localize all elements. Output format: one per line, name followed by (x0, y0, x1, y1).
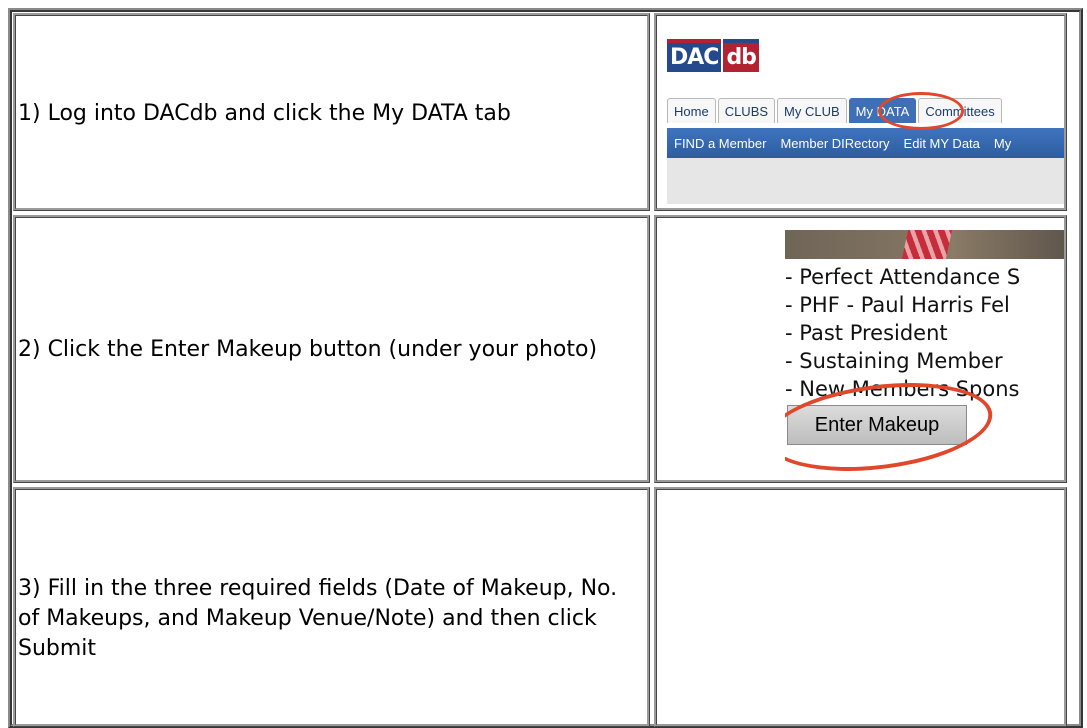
subnav-member-directory[interactable]: Member DIRectory (780, 136, 889, 151)
highlight-circle (878, 92, 964, 130)
step-3-cell: 3) Fill in the three required fields (Da… (13, 487, 650, 727)
tab-my-club[interactable]: My CLUB (777, 98, 847, 123)
step-3-screenshot-cell (654, 487, 1067, 727)
subnav-edit-my-data[interactable]: Edit MY Data (904, 136, 980, 151)
enter-makeup-screenshot: - Perfect Attendance S - PHF - Paul Harr… (785, 230, 1064, 480)
sub-navigation: FIND a Member Member DIRectory Edit MY D… (667, 128, 1064, 158)
step-1-text: 1) Log into DACdb and click the My DATA … (18, 101, 511, 126)
subnav-my[interactable]: My (994, 136, 1011, 151)
subnav-find-member[interactable]: FIND a Member (674, 136, 766, 151)
tab-home[interactable]: Home (667, 98, 716, 123)
honor-item: - Past President (785, 321, 948, 345)
step-3-text: 3) Fill in the three required fields (Da… (18, 576, 618, 661)
dacdb-navigation-screenshot: DAC db Home CLUBS My CLUB My DATA Commit… (667, 26, 1064, 204)
step-2-screenshot-cell: - Perfect Attendance S - PHF - Paul Harr… (654, 215, 1067, 483)
step-2-cell: 2) Click the Enter Makeup button (under … (13, 215, 650, 483)
honor-item: - Sustaining Member (785, 349, 1003, 373)
honor-item: - PHF - Paul Harris Fel (785, 293, 1010, 317)
member-photo (785, 230, 1064, 259)
dacdb-logo: DAC db (667, 39, 759, 72)
step-1-screenshot-cell: DAC db Home CLUBS My CLUB My DATA Commit… (654, 13, 1067, 211)
step-1-cell: 1) Log into DACdb and click the My DATA … (13, 13, 650, 211)
step-2-text: 2) Click the Enter Makeup button (under … (18, 337, 598, 362)
honor-item: - Perfect Attendance S (785, 265, 1021, 289)
tab-clubs[interactable]: CLUBS (717, 98, 776, 123)
